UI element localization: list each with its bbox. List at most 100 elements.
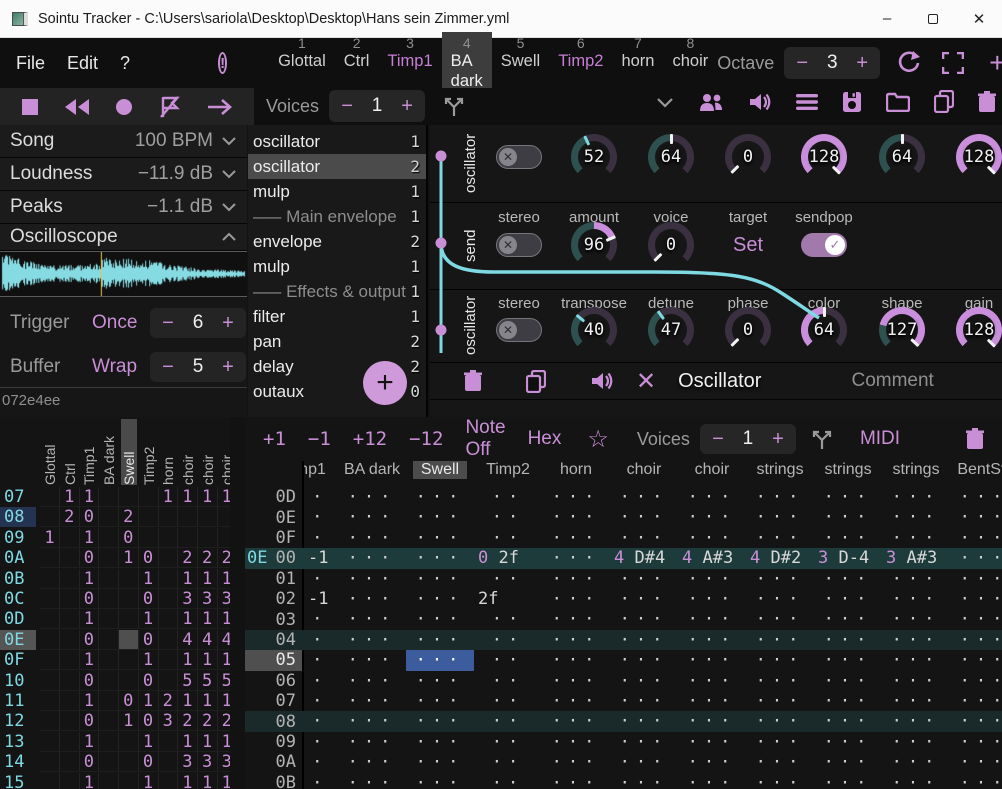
pattern-cell[interactable]: ··· [303,609,338,629]
pattern-cell[interactable]: ··· [678,691,746,711]
split-icon[interactable] [810,428,834,450]
toggle-stereo[interactable]: ✕ [496,233,542,257]
pattern-cell[interactable]: ··· [542,732,610,752]
transpose-minus12-button[interactable]: −12 [409,428,443,450]
order-cell[interactable] [158,569,178,589]
order-cell[interactable]: 1 [198,609,218,629]
pattern-cell[interactable]: ··· [814,671,882,691]
order-cell[interactable] [60,773,80,789]
pattern-cell[interactable]: ·· [474,630,542,650]
order-cell[interactable]: 1 [217,650,230,670]
pattern-cell[interactable]: ··· [814,711,882,731]
order-cell[interactable]: 0 [139,752,159,772]
unit-list-item-pan[interactable]: pan 2 [248,329,426,354]
knob-param3[interactable]: 0 [725,134,771,180]
pattern-cell[interactable]: ··· [678,569,746,589]
pattern-cell[interactable]: ··· [542,548,610,568]
pattern-cell[interactable]: ··· [746,773,814,789]
pattern-cell[interactable]: 3 D-4 [814,548,882,568]
order-row-label[interactable]: 0C [0,589,36,609]
star-icon[interactable]: ☆ [587,425,609,454]
octave-plus-button[interactable]: + [848,52,876,75]
order-row-label[interactable]: 10 [0,671,36,691]
pattern-row-gutter[interactable]: 06 [245,671,302,691]
pattern-cell[interactable]: ··· [338,609,406,629]
pattern-cell[interactable]: ··· [406,773,474,789]
order-cell[interactable] [60,609,80,629]
order-cell[interactable] [99,609,119,629]
pattern-cell[interactable]: ··· [950,528,1002,548]
unit-list-item-mulp[interactable]: mulp 1 [248,179,426,204]
pattern-row-gutter[interactable]: 02 [245,589,302,609]
pattern-cell[interactable]: ··· [610,732,678,752]
pattern-cell[interactable]: ··· [950,589,1002,609]
order-cell[interactable]: 1 [139,773,159,789]
pattern-cell[interactable]: ··· [338,773,406,789]
order-cell[interactable]: 3 [217,752,230,772]
pattern-cell[interactable]: ··· [338,732,406,752]
order-cell[interactable]: 1 [40,528,60,548]
pattern-voices-plus[interactable]: + [764,428,792,451]
knob-amount[interactable]: 96 [571,222,617,268]
order-cell[interactable] [139,528,159,548]
order-cell[interactable] [60,732,80,752]
pattern-cell[interactable]: ··· [610,752,678,772]
pattern-cell[interactable]: ··· [882,773,950,789]
order-cell[interactable] [40,609,60,629]
order-cell[interactable] [158,650,178,670]
pattern-cell[interactable]: ··· [746,507,814,527]
delete-unit-icon[interactable] [442,370,482,392]
pattern-cell[interactable]: ··· [338,650,406,670]
order-cell[interactable]: 1 [198,773,218,789]
pattern-cell[interactable]: ··· [542,773,610,789]
pattern-row-gutter[interactable]: 08 [245,711,302,731]
instrument-tab-ctrl[interactable]: 2 Ctrl [335,32,379,94]
order-cell[interactable]: 1 [79,609,99,629]
order-cell[interactable] [158,507,178,527]
hamburger-menu-icon[interactable] [796,93,818,111]
save-icon[interactable] [842,91,862,113]
unit-row-name[interactable]: oscillator [462,294,479,357]
pattern-row-gutter[interactable]: 0F [245,528,302,548]
pattern-row-gutter[interactable]: 0A [245,752,302,772]
order-column-header-choir[interactable]: choir [200,419,216,485]
pattern-cell[interactable]: ··· [542,650,610,670]
buffer-minus-button[interactable]: − [154,356,182,379]
pattern-cell[interactable]: ··· [746,609,814,629]
pattern-cell[interactable]: ·· [474,773,542,789]
order-cell[interactable]: 1 [217,487,230,507]
order-row-label[interactable]: 14 [0,752,36,772]
transpose-plus12-button[interactable]: +12 [353,428,387,450]
pattern-cell[interactable]: ··· [406,589,474,609]
pattern-cell[interactable]: ··· [882,528,950,548]
pattern-cell[interactable]: ··· [882,650,950,670]
pattern-cell[interactable]: ··· [406,711,474,731]
pattern-cell[interactable]: ··· [542,671,610,691]
order-cell[interactable]: 0 [119,691,139,711]
order-cell[interactable] [99,752,119,772]
pattern-track-header-horn[interactable]: horn [542,461,610,479]
menu-edit[interactable]: Edit [67,53,98,74]
pattern-cell[interactable]: ··· [950,711,1002,731]
order-cell[interactable] [40,650,60,670]
menu-file[interactable]: File [16,53,45,74]
pattern-row-gutter[interactable]: 03 [245,609,302,629]
pattern-cell[interactable]: ··· [950,671,1002,691]
order-cell[interactable] [40,732,60,752]
pattern-cell[interactable]: ··· [950,732,1002,752]
trigger-plus-button[interactable]: + [214,312,242,335]
order-cell[interactable] [40,773,60,789]
order-cell[interactable]: 2 [158,691,178,711]
pattern-cell[interactable]: ··· [406,609,474,629]
pattern-cell[interactable]: 4 D#2 [746,548,814,568]
pattern-cell[interactable]: ··· [610,630,678,650]
order-cell[interactable] [60,650,80,670]
order-cell[interactable]: 1 [178,691,198,711]
pattern-cell[interactable]: ··· [678,671,746,691]
pattern-row-gutter[interactable]: 0B [245,773,302,789]
pattern-cell[interactable]: ··· [303,487,338,507]
order-cell[interactable]: 0 [79,752,99,772]
pattern-cell[interactable]: ··· [406,671,474,691]
pattern-cell[interactable]: ··· [814,589,882,609]
pattern-cell[interactable]: ··· [610,569,678,589]
